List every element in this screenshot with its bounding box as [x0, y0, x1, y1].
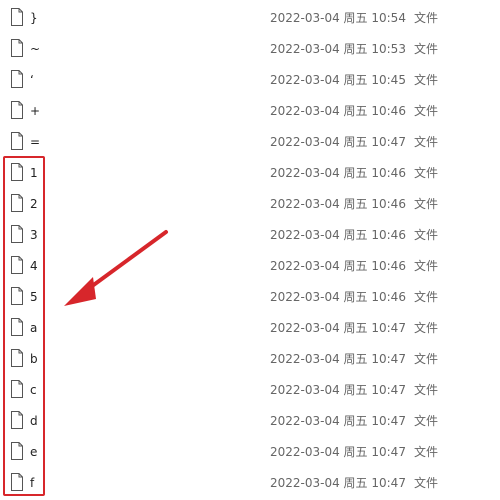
file-modified-date: 2022-03-04 周五 10:47 [270, 352, 406, 366]
file-modified-date: 2022-03-04 周五 10:47 [270, 445, 406, 459]
file-name: a [30, 321, 38, 335]
file-type: 文件 [414, 321, 439, 335]
file-type: 文件 [414, 290, 439, 304]
file-icon [11, 101, 23, 119]
file-icon [11, 70, 23, 88]
file-modified-date: 2022-03-04 周五 10:46 [270, 166, 406, 180]
file-row[interactable]: ~2022-03-04 周五 10:53 文件 [0, 33, 500, 64]
file-name: ~ [30, 42, 41, 56]
file-modified-date: 2022-03-04 周五 10:47 [270, 476, 406, 490]
file-row[interactable]: 5 2022-03-04 周五 10:46 文件 [0, 281, 500, 312]
file-icon [11, 163, 23, 181]
file-name: d [30, 414, 38, 428]
file-modified-date: 2022-03-04 周五 10:47 [270, 321, 406, 335]
file-name: 2 [30, 197, 38, 211]
file-name: b [30, 352, 38, 366]
file-icon [11, 380, 23, 398]
file-name: e [30, 445, 38, 459]
file-type: 文件 [414, 73, 439, 87]
file-type: 文件 [414, 104, 439, 118]
file-icon [11, 256, 23, 274]
file-row[interactable]: f 2022-03-04 周五 10:47 文件 [0, 467, 500, 498]
file-row[interactable]: b 2022-03-04 周五 10:47 文件 [0, 343, 500, 374]
file-row[interactable]: e 2022-03-04 周五 10:47 文件 [0, 436, 500, 467]
file-type: 文件 [414, 166, 439, 180]
file-icon [11, 132, 23, 150]
file-row[interactable]: a 2022-03-04 周五 10:47 文件 [0, 312, 500, 343]
file-modified-date: 2022-03-04 周五 10:47 [270, 414, 406, 428]
file-name: = [30, 135, 41, 149]
file-type: 文件 [414, 42, 439, 56]
file-row[interactable]: 2 2022-03-04 周五 10:46 文件 [0, 188, 500, 219]
file-type: 文件 [414, 383, 439, 397]
file-modified-date: 2022-03-04 周五 10:46 [270, 228, 406, 242]
file-icon [11, 318, 23, 336]
file-icon [11, 473, 23, 491]
file-icon [11, 225, 23, 243]
file-icon [11, 442, 23, 460]
file-type: 文件 [414, 352, 439, 366]
file-icon [11, 194, 23, 212]
file-name: f [30, 476, 35, 490]
file-modified-date: 2022-03-04 周五 10:46 [270, 290, 406, 304]
file-modified-date: 2022-03-04 周五 10:46 [270, 197, 406, 211]
file-modified-date: 2022-03-04 周五 10:45 [270, 73, 406, 87]
file-modified-date: 2022-03-04 周五 10:54 [270, 11, 406, 25]
file-row[interactable]: = 2022-03-04 周五 10:47 文件 [0, 126, 500, 157]
file-name: c [30, 383, 37, 397]
file-name: 5 [30, 290, 38, 304]
file-row[interactable]: } 2022-03-04 周五 10:54 文件 [0, 2, 500, 33]
file-row[interactable]: 4 2022-03-04 周五 10:46 文件 [0, 250, 500, 281]
file-type: 文件 [414, 445, 439, 459]
file-modified-date: 2022-03-04 周五 10:47 [270, 135, 406, 149]
file-modified-date: 2022-03-04 周五 10:47 [270, 383, 406, 397]
file-name: + [30, 104, 41, 118]
file-row[interactable]: 1 2022-03-04 周五 10:46 文件 [0, 157, 500, 188]
file-icon [11, 8, 23, 26]
file-icon [11, 411, 23, 429]
file-row[interactable]: c 2022-03-04 周五 10:47 文件 [0, 374, 500, 405]
file-type: 文件 [414, 197, 439, 211]
file-name: 3 [30, 228, 38, 242]
file-type: 文件 [414, 259, 439, 273]
file-icon [11, 349, 23, 367]
file-type: 文件 [414, 476, 439, 490]
file-row[interactable]: ‘ 2022-03-04 周五 10:45 文件 [0, 64, 500, 95]
file-type: 文件 [414, 228, 439, 242]
file-row[interactable]: 3 2022-03-04 周五 10:46 文件 [0, 219, 500, 250]
file-name: 4 [30, 259, 38, 273]
file-name: ‘ [30, 73, 34, 87]
file-type: 文件 [414, 11, 439, 25]
file-row[interactable]: d 2022-03-04 周五 10:47 文件 [0, 405, 500, 436]
file-modified-date: 2022-03-04 周五 10:46 [270, 104, 406, 118]
file-modified-date: 2022-03-04 周五 10:46 [270, 259, 406, 273]
file-type: 文件 [414, 135, 439, 149]
file-row[interactable]: +2022-03-04 周五 10:46 文件 [0, 95, 500, 126]
file-list: } 2022-03-04 周五 10:54 文件 ~2022-03-04 周五 10:… [0, 0, 500, 500]
file-name: } [30, 11, 38, 25]
file-name: 1 [30, 166, 38, 180]
file-type: 文件 [414, 414, 439, 428]
file-icon [11, 39, 23, 57]
file-icon [11, 287, 23, 305]
file-modified-date: 2022-03-04 周五 10:53 [270, 42, 406, 56]
